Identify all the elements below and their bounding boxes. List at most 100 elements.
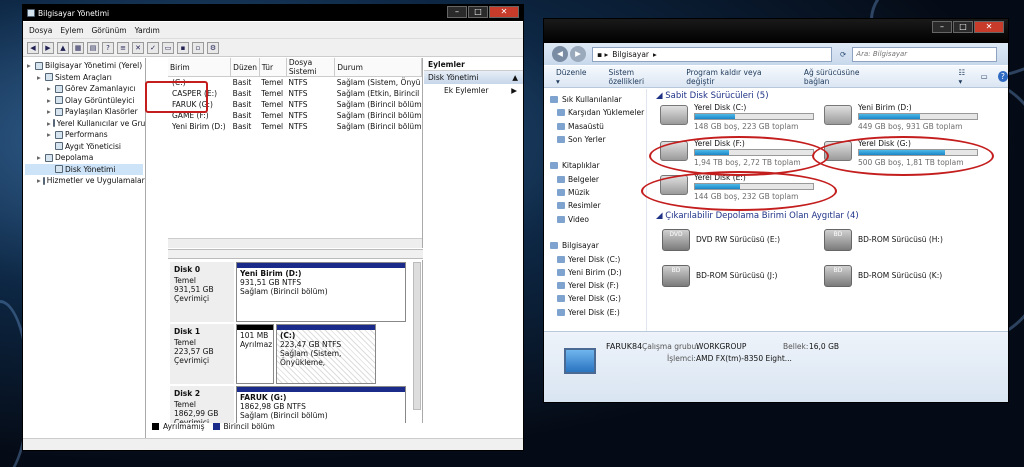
nav-item[interactable]: Belgeler — [544, 173, 646, 186]
col-layout[interactable]: Düzen — [230, 58, 260, 77]
group-removable[interactable]: ◢ Çıkarılabilir Depolama Birimi Olan Ayg… — [656, 211, 859, 221]
removable-drive-tile[interactable]: BD BD-ROM Sürücüsü (J:) — [662, 265, 812, 287]
col-volume[interactable]: Birim — [168, 58, 232, 77]
collapse-icon[interactable]: ▲ — [512, 71, 518, 84]
col-type[interactable]: Tür — [259, 58, 287, 77]
nav-item[interactable]: Bilgisayar — [544, 239, 646, 252]
removable-drive-tile[interactable]: BD BD-ROM Sürücüsü (H:) — [824, 229, 974, 251]
partition[interactable]: Yeni Birim (D:) 931,51 GB NTFS Sağlam (Bir… — [236, 262, 406, 322]
breadcrumb[interactable]: Bilgisayar — [612, 50, 649, 59]
drive-tile[interactable]: Yeni Birim (D:) 449 GB boş, 931 GB toplam — [824, 103, 984, 133]
save-icon[interactable]: ▪ — [177, 41, 189, 54]
delete-icon[interactable]: ✕ — [132, 41, 144, 54]
nav-item[interactable]: Yerel Disk (E:) — [544, 306, 646, 319]
tree-item[interactable]: ▸ Sistem Araçları — [25, 72, 143, 84]
breadcrumb-chevron-icon[interactable]: ▸ — [653, 50, 657, 59]
disk-row[interactable]: Disk 0 Temel 931,51 GB Çevrimiçi Yeni Birim … — [170, 262, 408, 322]
tree-item[interactable]: ▸ Depolama — [25, 152, 143, 164]
horizontal-scrollbar[interactable] — [168, 238, 422, 248]
uninstall-program-button[interactable]: Program kaldır veya değiştir — [686, 68, 786, 86]
check-icon[interactable]: ✓ — [147, 41, 159, 54]
nav-item[interactable]: Sık Kullanılanlar — [544, 93, 646, 106]
nav-item[interactable]: Son Yerler — [544, 133, 646, 146]
nav-item[interactable]: Video — [544, 213, 646, 226]
nav-item[interactable]: Yerel Disk (G:) — [544, 292, 646, 305]
back-button[interactable]: ◀ — [552, 46, 568, 62]
tree-item[interactable]: ▸ Performans — [25, 129, 143, 141]
partition[interactable]: FARUK (G:) 1862,98 GB NTFS Sağlam (Birinci… — [236, 386, 406, 423]
tree-item[interactable]: Aygıt Yöneticisi — [25, 141, 143, 153]
partition[interactable]: 101 MB Ayrılmaz — [236, 324, 274, 384]
more-actions[interactable]: Ek Eylemler ▶ — [424, 84, 523, 97]
col-status[interactable]: Durum — [334, 58, 422, 77]
nav-item[interactable]: Yeni Birim (D:) — [544, 266, 646, 279]
expand-arrow-icon[interactable]: ▸ — [27, 60, 33, 72]
expand-arrow-icon[interactable]: ▸ — [47, 95, 53, 107]
close-button[interactable]: ✕ — [489, 6, 519, 18]
refresh-icon[interactable]: ⟳ — [840, 50, 846, 59]
menu-view[interactable]: Görünüm — [92, 26, 127, 35]
nav-item[interactable]: Yerel Disk (F:) — [544, 279, 646, 292]
maximize-button[interactable]: □ — [953, 21, 973, 33]
system-properties-button[interactable]: Sistem özellikleri — [608, 68, 668, 86]
expand-arrow-icon[interactable]: ▸ — [37, 152, 43, 164]
nav-item[interactable]: Müzik — [544, 186, 646, 199]
table-row[interactable]: Yeni Birim (D:) Basit Temel NTFS Sağlam (Bir… — [168, 121, 422, 132]
nav-item[interactable]: Yerel Disk (C:) — [544, 253, 646, 266]
view-options-icon[interactable]: ☷ ▾ — [958, 68, 970, 86]
console-tree-icon[interactable]: ▦ — [72, 41, 84, 54]
organize-button[interactable]: Düzenle ▾ — [556, 68, 590, 86]
maximize-button[interactable]: □ — [468, 6, 488, 18]
tree-item[interactable]: Disk Yönetimi — [25, 163, 143, 175]
close-button[interactable]: ✕ — [974, 21, 1004, 33]
up-folder-icon[interactable]: ▲ — [57, 41, 69, 54]
disk-row[interactable]: Disk 2 Temel 1862,99 GB Çevrimiçi FARUK (G:)… — [170, 386, 408, 423]
expand-arrow-icon[interactable]: ▸ — [37, 72, 43, 84]
tree-item[interactable]: ▸ Paylaşılan Klasörler — [25, 106, 143, 118]
tree-item[interactable]: ▸ Yerel Kullanıcılar ve Gru — [25, 118, 145, 130]
back-icon[interactable]: ◀ — [27, 41, 39, 54]
expand-arrow-icon[interactable]: ▸ — [47, 106, 53, 118]
export-icon[interactable]: ▫ — [192, 41, 204, 54]
menu-file[interactable]: Dosya — [29, 26, 52, 35]
forward-button[interactable]: ▶ — [570, 46, 586, 62]
preview-pane-icon[interactable]: ▭ — [981, 72, 988, 81]
address-bar[interactable]: ▪ ▸ Bilgisayar ▸ — [592, 46, 832, 62]
vertical-scrollbar[interactable] — [413, 262, 421, 410]
splitter[interactable] — [168, 249, 423, 259]
help-icon[interactable]: ? — [102, 41, 114, 54]
map-network-drive-button[interactable]: Ağ sürücüsüne bağlan — [804, 68, 883, 86]
minimize-button[interactable]: – — [447, 6, 467, 18]
nav-item[interactable]: Masaüstü — [544, 120, 646, 133]
group-hard-disks[interactable]: ◢ Sabit Disk Sürücüleri (5) — [656, 91, 769, 101]
removable-drive-tile[interactable]: DVD DVD RW Sürücüsü (E:) — [662, 229, 812, 251]
properties-icon[interactable]: ▤ — [87, 41, 99, 54]
forward-icon[interactable]: ▶ — [42, 41, 54, 54]
removable-drive-tile[interactable]: BD BD-ROM Sürücüsü (K:) — [824, 265, 974, 287]
menu-help[interactable]: Yardım — [135, 26, 160, 35]
expand-arrow-icon[interactable]: ▸ — [47, 129, 53, 141]
search-input[interactable] — [852, 46, 998, 62]
tree-item[interactable]: ▸ Hizmetler ve Uygulamalar — [25, 175, 145, 187]
nav-item[interactable]: Kitaplıklar — [544, 159, 646, 172]
tree-item[interactable]: ▸ Olay Görüntüleyici — [25, 95, 143, 107]
help-icon[interactable]: ? — [997, 71, 1009, 82]
tree-item[interactable]: ▸ Görev Zamanlayıcı — [25, 83, 143, 95]
open-folder-icon[interactable]: ▭ — [162, 41, 174, 54]
list-icon[interactable]: ≡ — [117, 41, 129, 54]
nav-item[interactable]: Resimler — [544, 199, 646, 212]
nav-item[interactable]: Karşıdan Yüklemeler — [544, 106, 646, 119]
disk-row[interactable]: Disk 1 Temel 223,57 GB Çevrimiçi 101 MB Ayrıl… — [170, 324, 408, 384]
settings-icon[interactable]: ⚙ — [207, 41, 219, 54]
expand-arrow-icon[interactable]: ▸ — [47, 118, 51, 130]
partition[interactable]: (C:) 223,47 GB NTFS Sağlam (Sistem, Önyükl… — [276, 324, 376, 384]
minimize-button[interactable]: – — [932, 21, 952, 33]
drive-usage-bar — [858, 113, 978, 120]
drive-tile[interactable]: Yerel Disk (C:) 148 GB boş, 223 GB toplam — [660, 103, 820, 133]
actions-section-disk-management[interactable]: Disk Yönetimi ▲ — [424, 71, 523, 84]
col-filesystem[interactable]: Dosya Sistemi — [286, 58, 336, 77]
expand-arrow-icon[interactable]: ▸ — [47, 83, 53, 95]
expand-arrow-icon[interactable]: ▸ — [37, 175, 41, 187]
menu-action[interactable]: Eylem — [60, 26, 83, 35]
tree-item[interactable]: ▸ Bilgisayar Yönetimi (Yerel) — [25, 60, 143, 72]
